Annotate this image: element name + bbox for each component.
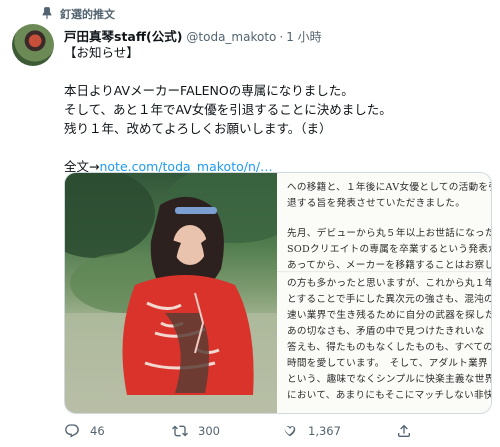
pinned-label: 釘選的推文 — [60, 8, 115, 21]
like-button[interactable]: 1,367 — [282, 423, 341, 439]
like-count: 1,367 — [308, 424, 341, 438]
heart-icon — [284, 426, 296, 437]
media-photo[interactable] — [65, 173, 277, 413]
tweet-line: そして、あと１年でAV女優を引退することに決めました。 — [64, 102, 392, 117]
document-line: 退する旨を発表させていただきました。 — [287, 198, 466, 209]
tweet-line: 【お知らせ】 — [64, 45, 139, 60]
tweet-spacer — [64, 138, 494, 157]
reply-icon — [65, 424, 79, 438]
tweet-spacer — [64, 62, 494, 81]
avatar[interactable] — [12, 24, 54, 66]
document-line: SODクリエイトの専属を卒業するという発表が — [287, 244, 492, 255]
tweet-line: 本日よりAVメーカーFALENOの専属になりました。 — [64, 83, 354, 98]
page-fold — [277, 271, 491, 273]
document-line: あってから、メーカーを移籍することはお察し — [287, 260, 492, 271]
share-icon — [398, 424, 410, 437]
retweet-count: 300 — [198, 424, 220, 438]
tweet-line: 残り１年、改めてよろしくお願いします。（ま） — [64, 121, 332, 136]
tweet-body: 【お知らせ】 本日よりAVメーカーFALENOの専属になりました。 そして、あと… — [64, 43, 494, 176]
document-line: という、趣味でなくシンプルに快楽主義な世界 — [287, 374, 492, 385]
document-line: とすることで手にした異次元の強さも、混沌の — [287, 294, 492, 305]
reply-count: 46 — [90, 424, 105, 438]
retweet-button[interactable]: 300 — [172, 423, 220, 439]
header-separator: · — [279, 30, 284, 44]
document-line: の方も多かったと思いますが、これから丸１年 — [287, 278, 492, 289]
author-handle[interactable]: @toda_makoto — [186, 30, 276, 44]
pin-icon — [42, 7, 52, 20]
tweet-header: 戸田真琴staff(公式) @toda_makoto · 1 小時 — [64, 26, 322, 44]
document-line: あの切なさも、矛盾の中で見つけたきれいな — [287, 326, 485, 337]
retweet-icon — [172, 425, 188, 437]
document-line: 答えも、得たものもなくしたものも、すべての — [287, 342, 492, 353]
tweet-media[interactable]: への移籍と、１年後にAV女優としての活動を引 退する旨を発表させていただきました… — [64, 172, 492, 414]
document-line: 速い業界で生き残るために自分の武器を探した — [287, 310, 492, 321]
media-document-page[interactable]: への移籍と、１年後にAV女優としての活動を引 退する旨を発表させていただきました… — [277, 173, 492, 413]
tweet-actions: 46 300 1,367 — [64, 420, 494, 442]
reply-button[interactable]: 46 — [64, 423, 105, 439]
photo-illustration — [65, 173, 277, 413]
share-button[interactable] — [396, 423, 412, 439]
document-line: において、あまりにもそこにマッチしない非快 — [287, 390, 492, 401]
document-line: への移籍と、１年後にAV女優としての活動を引 — [287, 182, 492, 193]
document-line: 時間を愛しています。 そして、アダルト業界 — [287, 358, 488, 369]
document-line: 先月、デビューから丸５年以上お世話になった — [287, 228, 492, 239]
